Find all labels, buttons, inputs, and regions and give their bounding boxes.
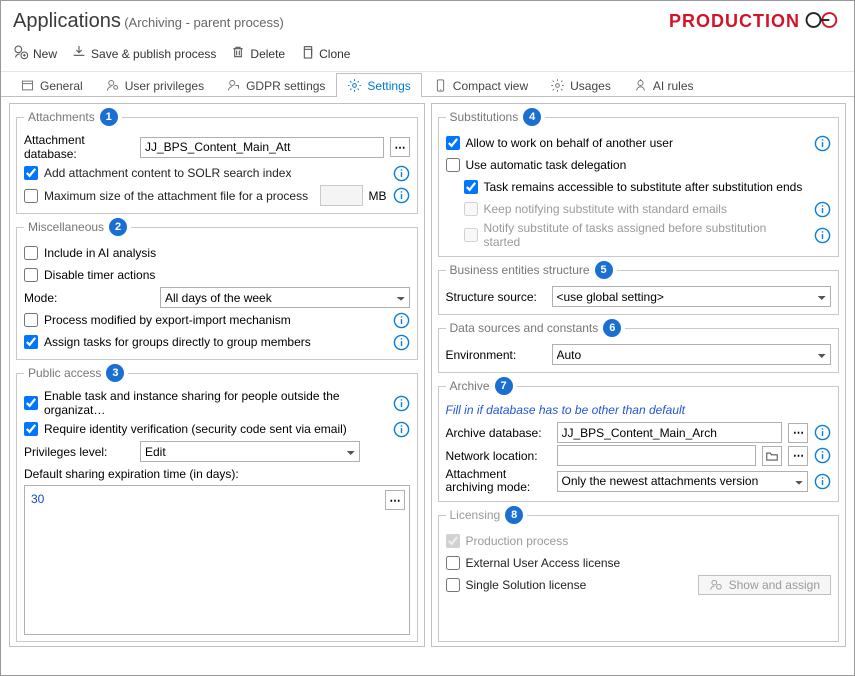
tab-usages[interactable]: Usages <box>539 73 622 97</box>
badge-6: 6 <box>603 319 621 337</box>
structure-source-label: Structure source: <box>446 290 546 304</box>
maxsize-spinner[interactable] <box>320 185 362 206</box>
page-header: Applications (Archiving - parent process… <box>1 1 854 38</box>
info-icon[interactable] <box>814 424 831 441</box>
data-sources-group: Data sources and constants6 Environment:… <box>438 319 840 373</box>
public-access-group: Public access3 Enable task and instance … <box>16 364 418 642</box>
attachment-db-browse-button[interactable]: ⋯ <box>390 137 410 157</box>
network-location-input[interactable] <box>557 445 757 466</box>
expiration-browse-button[interactable]: ⋯ <box>385 490 405 510</box>
allow-behalf-checkbox[interactable] <box>446 136 460 150</box>
save-publish-button[interactable]: Save & publish process <box>71 44 216 63</box>
brand-logo-icon <box>804 9 842 34</box>
clone-icon <box>299 44 315 63</box>
attachment-db-label: Attachment database: <box>24 133 134 161</box>
business-entities-group: Business entities structure5 Structure s… <box>438 261 840 315</box>
external-user-checkbox[interactable] <box>446 556 460 570</box>
delete-button[interactable]: Delete <box>230 44 285 63</box>
info-icon[interactable] <box>393 312 410 329</box>
enable-sharing-checkbox[interactable] <box>24 396 38 410</box>
auto-delegation-checkbox[interactable] <box>446 158 460 172</box>
structure-source-select[interactable]: <use global setting> <box>552 286 832 307</box>
licensing-group: Licensing8 Production process External U… <box>438 506 840 642</box>
trash-icon <box>230 44 246 63</box>
archive-db-label: Archive database: <box>446 426 551 440</box>
info-icon[interactable] <box>393 334 410 351</box>
disable-timer-checkbox[interactable] <box>24 268 38 282</box>
folder-icon[interactable] <box>762 446 782 466</box>
substitutions-group: Substitutions4 Allow to work on behalf o… <box>438 108 840 257</box>
info-icon[interactable] <box>814 473 831 490</box>
badge-2: 2 <box>109 218 127 236</box>
include-ai-checkbox[interactable] <box>24 246 38 260</box>
exp-label: Default sharing expiration time (in days… <box>24 467 239 481</box>
info-icon[interactable] <box>393 421 410 438</box>
archive-hint: Fill in if database has to be other than… <box>446 401 832 421</box>
network-browse-button[interactable]: ⋯ <box>788 446 808 466</box>
tab-gdpr[interactable]: GDPR settings <box>215 73 336 97</box>
attachments-group: Attachments1 Attachment database: ⋯ Add … <box>16 108 418 214</box>
info-icon[interactable] <box>814 447 831 464</box>
single-solution-checkbox[interactable] <box>446 578 460 592</box>
keep-notifying-checkbox <box>464 202 478 216</box>
archiving-mode-select[interactable]: Only the newest attachments version <box>557 471 809 492</box>
task-remains-checkbox[interactable] <box>464 180 478 194</box>
badge-1: 1 <box>100 108 118 126</box>
badge-7: 7 <box>495 377 513 395</box>
show-assign-button[interactable]: Show and assign <box>698 575 831 595</box>
archive-db-browse-button[interactable]: ⋯ <box>788 423 808 443</box>
tab-settings[interactable]: Settings <box>336 73 421 97</box>
assign-groups-checkbox[interactable] <box>24 335 38 349</box>
archive-group: Archive7 Fill in if database has to be o… <box>438 377 840 502</box>
attachment-db-input[interactable] <box>140 137 384 158</box>
info-icon[interactable] <box>814 227 831 244</box>
save-icon <box>71 44 87 63</box>
badge-5: 5 <box>595 261 613 279</box>
production-process-checkbox <box>446 534 460 548</box>
left-column: Attachments1 Attachment database: ⋯ Add … <box>9 103 425 647</box>
badge-8: 8 <box>505 506 523 524</box>
new-button[interactable]: New <box>13 44 57 63</box>
priv-level-label: Privileges level: <box>24 445 134 459</box>
network-location-label: Network location: <box>446 449 551 463</box>
archive-db-input[interactable] <box>557 422 783 443</box>
info-icon[interactable] <box>393 395 410 412</box>
maxsize-checkbox[interactable] <box>24 189 38 203</box>
export-import-checkbox[interactable] <box>24 313 38 327</box>
toolbar: New Save & publish process Delete Clone <box>1 38 854 72</box>
environment-select[interactable]: Auto <box>552 344 832 365</box>
badge-4: 4 <box>523 108 541 126</box>
misc-group: Miscellaneous2 Include in AI analysis Di… <box>16 218 418 360</box>
badge-3: 3 <box>106 364 124 382</box>
plus-icon <box>13 44 29 63</box>
brand: PRODUCTION <box>669 9 842 34</box>
expiration-area[interactable]: 30 ⋯ <box>24 485 410 635</box>
archiving-mode-label: Attachment archiving mode: <box>446 468 551 494</box>
notify-substitute-checkbox <box>464 228 478 242</box>
clone-button[interactable]: Clone <box>299 44 350 63</box>
info-icon[interactable] <box>814 201 831 218</box>
right-column: Substitutions4 Allow to work on behalf o… <box>431 103 847 647</box>
require-identity-checkbox[interactable] <box>24 422 38 436</box>
mode-label: Mode: <box>24 291 154 305</box>
info-icon[interactable] <box>393 165 410 182</box>
tab-user-privileges[interactable]: User privileges <box>94 73 215 97</box>
tab-ai-rules[interactable]: AI rules <box>622 73 705 97</box>
tab-general[interactable]: General <box>9 73 94 97</box>
page-subtitle: (Archiving - parent process) <box>124 15 284 30</box>
brand-label: PRODUCTION <box>669 11 800 32</box>
info-icon[interactable] <box>393 187 410 204</box>
content: Attachments1 Attachment database: ⋯ Add … <box>1 97 854 655</box>
priv-level-select[interactable]: Edit <box>140 441 360 462</box>
environment-label: Environment: <box>446 348 546 362</box>
page-title: Applications <box>13 10 121 32</box>
tab-bar: General User privileges GDPR settings Se… <box>1 72 854 97</box>
mode-select[interactable]: All days of the week <box>160 287 410 308</box>
solr-checkbox[interactable] <box>24 166 38 180</box>
tab-compact[interactable]: Compact view <box>422 73 539 97</box>
info-icon[interactable] <box>814 135 831 152</box>
